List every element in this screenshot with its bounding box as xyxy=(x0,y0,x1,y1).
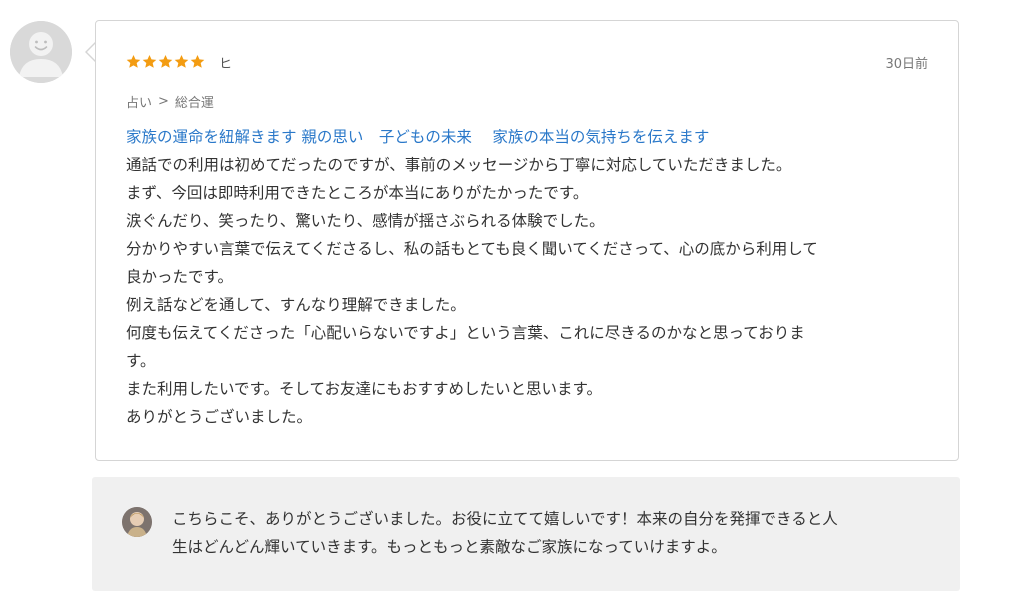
review-text-line: 通話での利用は初めてだったのですが、事前のメッセージから丁寧に対応していただきま… xyxy=(126,156,792,174)
review-text-line: 涙ぐんだり、笑ったり、驚いたり、感情が揺さぶられる体験でした。 xyxy=(126,212,605,230)
review-text-line: ありがとうございました。 xyxy=(126,408,313,426)
reviewer-name[interactable]: ヒ xyxy=(219,53,233,72)
review-text-line: 分かりやすい言葉で伝えてくださるし、私の話もとても良く聞いてくださって、心の底か… xyxy=(126,240,818,258)
breadcrumb-item-fortune[interactable]: 占い xyxy=(126,92,152,111)
seller-avatar[interactable] xyxy=(122,507,152,537)
review-card: ヒ 30日前 占い > 総合運 家族の運命を紐解きます 親の思い 子どもの未来 … xyxy=(95,20,959,461)
review-text-line: また利用したいです。そしてお友達にもおすすめしたいと思います。 xyxy=(126,380,603,398)
review-body: 家族の運命を紐解きます 親の思い 子どもの未来 家族の本当の気持ちを伝えます 通… xyxy=(126,123,926,431)
seller-reply: こちらこそ、ありがとうございました。お役に立てて嬉しいです！本来の自分を発揮でき… xyxy=(92,477,960,591)
reviewer-name-mask xyxy=(236,21,316,81)
reply-text-line: 生はどんどん輝いていきます。もっともっと素敵なご家族になっていけますよ。 xyxy=(172,538,727,556)
default-user-avatar-icon xyxy=(10,21,72,83)
rating-stars xyxy=(126,54,205,69)
review-text-line: 良かったです。 xyxy=(126,268,233,286)
star-icon xyxy=(142,54,157,68)
review-text-line: まず、今回は即時利用できたところが本当にありがたかったです。 xyxy=(126,184,589,202)
star-icon xyxy=(126,54,141,68)
review-text-line: 例え話などを通して、すんなり理解できました。 xyxy=(126,296,466,314)
review-text-line: 何度も伝えてくださった「心配いらないですよ」という言葉、これに尽きるのかなと思っ… xyxy=(126,324,805,342)
review-date: 30日前 xyxy=(885,57,928,72)
breadcrumb-item-general-fortune[interactable]: 総合運 xyxy=(175,92,214,111)
star-icon xyxy=(158,54,173,68)
reply-text-line: こちらこそ、ありがとうございました。お役に立てて嬉しいです！本来の自分を発揮でき… xyxy=(172,510,838,528)
review-text-line: す。 xyxy=(126,352,156,370)
breadcrumb: 占い > 総合運 xyxy=(126,92,214,111)
reviewer-avatar[interactable] xyxy=(10,21,72,83)
seller-reply-text: こちらこそ、ありがとうございました。お役に立てて嬉しいです！本来の自分を発揮でき… xyxy=(172,505,942,561)
service-title-link[interactable]: 家族の運命を紐解きます 親の思い 子どもの未来 家族の本当の気持ちを伝えます xyxy=(126,123,926,151)
breadcrumb-separator: > xyxy=(158,94,169,109)
seller-avatar-icon xyxy=(122,507,152,537)
star-icon xyxy=(190,54,205,68)
star-icon xyxy=(174,54,189,68)
